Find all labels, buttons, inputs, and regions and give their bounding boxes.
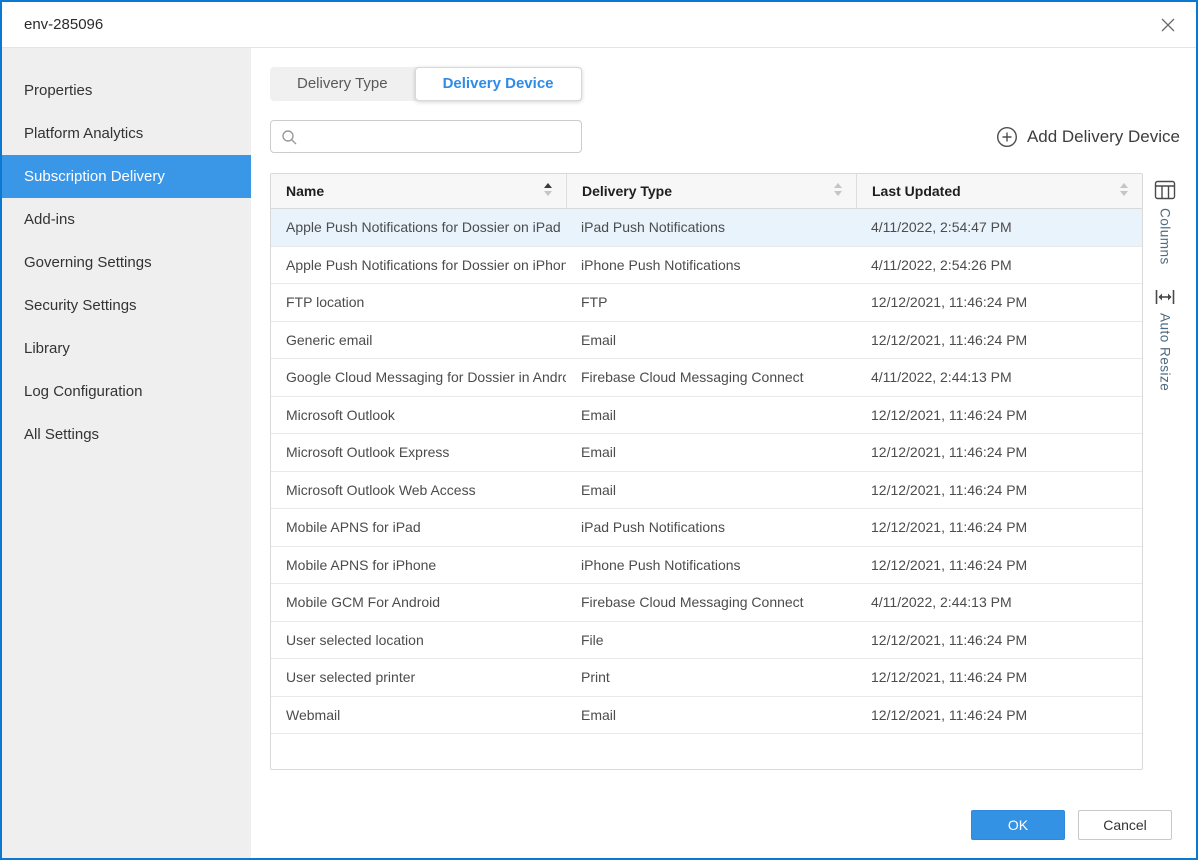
cell-last-updated: 12/12/2021, 11:46:24 PM: [856, 697, 1142, 734]
cell-name: Apple Push Notifications for Dossier on …: [271, 247, 566, 284]
table-row[interactable]: Mobile GCM For Android Firebase Cloud Me…: [271, 584, 1142, 622]
cell-last-updated: 12/12/2021, 11:46:24 PM: [856, 547, 1142, 584]
cell-last-updated: 4/11/2022, 2:54:47 PM: [856, 209, 1142, 246]
cell-last-updated: 12/12/2021, 11:46:24 PM: [856, 322, 1142, 359]
ok-button[interactable]: OK: [971, 810, 1065, 840]
table-row[interactable]: Generic email Email 12/12/2021, 11:46:24…: [271, 322, 1142, 360]
sort-icon[interactable]: [834, 183, 842, 196]
table-row[interactable]: Google Cloud Messaging for Dossier in An…: [271, 359, 1142, 397]
cell-delivery-type: Email: [566, 322, 856, 359]
table-row[interactable]: Apple Push Notifications for Dossier on …: [271, 247, 1142, 285]
delivery-device-table: Name Delivery Type Last Updated Apple Pu…: [270, 173, 1143, 770]
cell-last-updated: 12/12/2021, 11:46:24 PM: [856, 622, 1142, 659]
cell-delivery-type: iPhone Push Notifications: [566, 247, 856, 284]
sidebar-item-subscription-delivery[interactable]: Subscription Delivery: [2, 155, 251, 198]
table-row[interactable]: Microsoft Outlook Email 12/12/2021, 11:4…: [271, 397, 1142, 435]
sidebar-item-governing-settings[interactable]: Governing Settings: [2, 241, 251, 284]
cell-delivery-type: File: [566, 622, 856, 659]
column-header-delivery-type[interactable]: Delivery Type: [566, 174, 856, 208]
sort-icon[interactable]: [1120, 183, 1128, 196]
cell-name: Microsoft Outlook Web Access: [271, 472, 566, 509]
cell-delivery-type: Email: [566, 697, 856, 734]
columns-label: Columns: [1158, 208, 1173, 265]
search-input[interactable]: [305, 121, 579, 154]
cell-last-updated: 4/11/2022, 2:44:13 PM: [856, 359, 1142, 396]
sidebar-item-all-settings[interactable]: All Settings: [2, 413, 251, 456]
table-header: Name Delivery Type Last Updated: [271, 174, 1142, 209]
tab-delivery-device[interactable]: Delivery Device: [415, 67, 582, 101]
cell-name: Mobile APNS for iPad: [271, 509, 566, 546]
table-row[interactable]: Microsoft Outlook Express Email 12/12/20…: [271, 434, 1142, 472]
sidebar: Properties Platform Analytics Subscripti…: [2, 48, 251, 858]
cell-name: Generic email: [271, 322, 566, 359]
sidebar-item-platform-analytics[interactable]: Platform Analytics: [2, 112, 251, 155]
cell-delivery-type: iPad Push Notifications: [566, 509, 856, 546]
cell-last-updated: 4/11/2022, 2:54:26 PM: [856, 247, 1142, 284]
sidebar-item-security-settings[interactable]: Security Settings: [2, 284, 251, 327]
cell-name: User selected location: [271, 622, 566, 659]
add-delivery-device-button[interactable]: Add Delivery Device: [996, 118, 1180, 156]
table-side-toolbar: Columns Auto Resize: [1147, 180, 1183, 391]
tab-bar: Delivery Type Delivery Device: [270, 67, 582, 101]
cell-delivery-type: Email: [566, 434, 856, 471]
cell-delivery-type: iPhone Push Notifications: [566, 547, 856, 584]
cancel-button[interactable]: Cancel: [1078, 810, 1172, 840]
plus-circle-icon: [996, 126, 1018, 148]
cell-last-updated: 12/12/2021, 11:46:24 PM: [856, 434, 1142, 471]
search-box: [270, 120, 582, 153]
sidebar-item-add-ins[interactable]: Add-ins: [2, 198, 251, 241]
auto-resize-button[interactable]: Auto Resize: [1154, 289, 1176, 391]
table-row[interactable]: Mobile APNS for iPhone iPhone Push Notif…: [271, 547, 1142, 585]
cell-delivery-type: Email: [566, 397, 856, 434]
cell-name: Mobile APNS for iPhone: [271, 547, 566, 584]
cell-name: FTP location: [271, 284, 566, 321]
cell-name: User selected printer: [271, 659, 566, 696]
cell-last-updated: 12/12/2021, 11:46:24 PM: [856, 659, 1142, 696]
table-row[interactable]: FTP location FTP 12/12/2021, 11:46:24 PM: [271, 284, 1142, 322]
window-title: env-285096: [24, 2, 103, 47]
table-row[interactable]: User selected printer Print 12/12/2021, …: [271, 659, 1142, 697]
table-row[interactable]: Microsoft Outlook Web Access Email 12/12…: [271, 472, 1142, 510]
table-row[interactable]: Apple Push Notifications for Dossier on …: [271, 209, 1142, 247]
cell-last-updated: 12/12/2021, 11:46:24 PM: [856, 397, 1142, 434]
cell-delivery-type: Firebase Cloud Messaging Connect: [566, 584, 856, 621]
table-body: Apple Push Notifications for Dossier on …: [271, 209, 1142, 734]
cell-last-updated: 4/11/2022, 2:44:13 PM: [856, 584, 1142, 621]
title-bar: env-285096: [2, 2, 1196, 48]
columns-button[interactable]: Columns: [1154, 180, 1176, 265]
cell-delivery-type: FTP: [566, 284, 856, 321]
close-icon[interactable]: [1154, 11, 1182, 39]
cell-name: Microsoft Outlook Express: [271, 434, 566, 471]
tab-delivery-type[interactable]: Delivery Type: [270, 67, 415, 101]
cell-last-updated: 12/12/2021, 11:46:24 PM: [856, 472, 1142, 509]
environment-settings-dialog: { "window": { "title": "env-285096" }, "…: [0, 0, 1198, 860]
auto-resize-label: Auto Resize: [1158, 313, 1173, 391]
sidebar-item-library[interactable]: Library: [2, 327, 251, 370]
cell-name: Mobile GCM For Android: [271, 584, 566, 621]
cell-last-updated: 12/12/2021, 11:46:24 PM: [856, 284, 1142, 321]
columns-icon: [1154, 180, 1176, 200]
cell-delivery-type: Print: [566, 659, 856, 696]
search-icon: [281, 129, 298, 146]
cell-name: Microsoft Outlook: [271, 397, 566, 434]
table-row[interactable]: Mobile APNS for iPad iPad Push Notificat…: [271, 509, 1142, 547]
cell-delivery-type: Firebase Cloud Messaging Connect: [566, 359, 856, 396]
table-row[interactable]: Webmail Email 12/12/2021, 11:46:24 PM: [271, 697, 1142, 735]
auto-resize-icon: [1154, 289, 1176, 305]
cell-name: Apple Push Notifications for Dossier on …: [271, 209, 566, 246]
add-delivery-device-label: Add Delivery Device: [1027, 127, 1180, 147]
sidebar-item-properties[interactable]: Properties: [2, 69, 251, 112]
column-header-name[interactable]: Name: [271, 174, 566, 208]
column-header-last-updated[interactable]: Last Updated: [856, 174, 1142, 208]
sort-icon[interactable]: [544, 183, 552, 196]
cell-delivery-type: Email: [566, 472, 856, 509]
cell-name: Webmail: [271, 697, 566, 734]
table-row[interactable]: User selected location File 12/12/2021, …: [271, 622, 1142, 660]
cell-name: Google Cloud Messaging for Dossier in An…: [271, 359, 566, 396]
cell-delivery-type: iPad Push Notifications: [566, 209, 856, 246]
cell-last-updated: 12/12/2021, 11:46:24 PM: [856, 509, 1142, 546]
sidebar-item-log-configuration[interactable]: Log Configuration: [2, 370, 251, 413]
